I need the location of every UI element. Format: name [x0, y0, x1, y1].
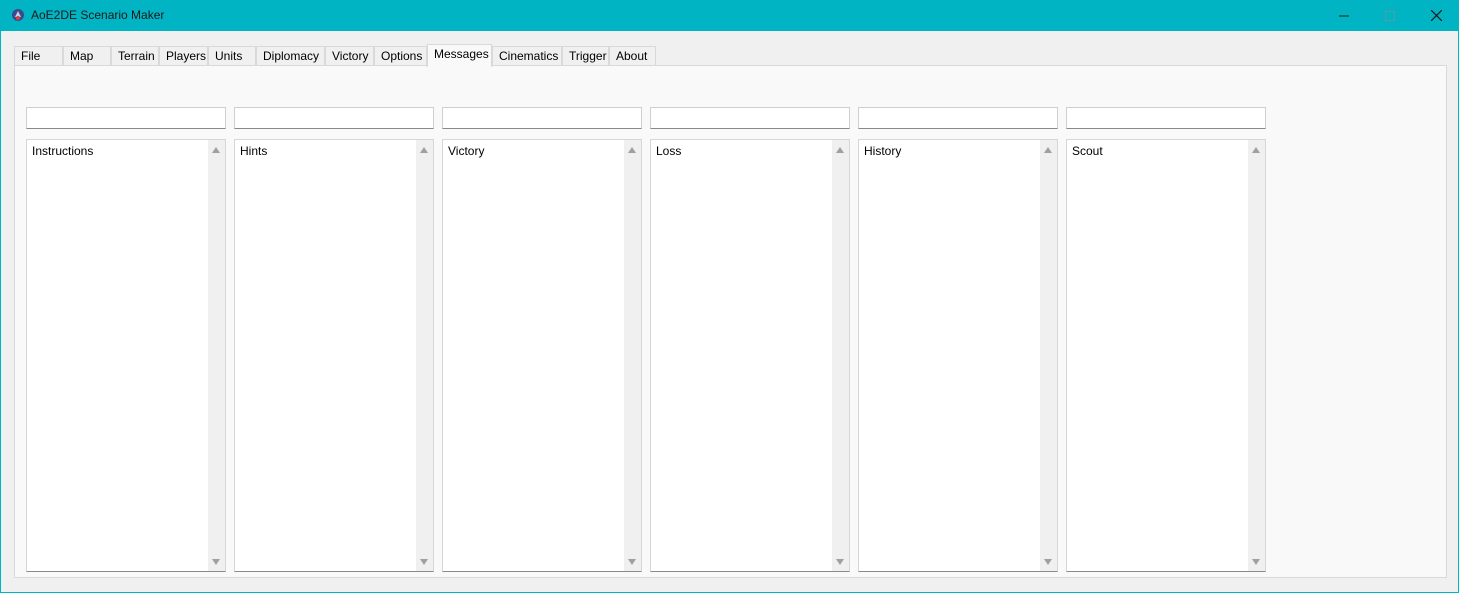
instructions-textarea[interactable]: Instructions [26, 139, 226, 572]
tab-about[interactable]: About [609, 46, 656, 66]
messages-panel: Instructions Hints Victory Loss History … [14, 65, 1447, 578]
victory-text: Victory [448, 144, 485, 158]
close-icon [1430, 10, 1442, 21]
history-scrollbar[interactable] [1040, 140, 1057, 571]
hints-textarea[interactable]: Hints [234, 139, 434, 572]
scroll-down-icon[interactable] [628, 559, 636, 565]
window-title: AoE2DE Scenario Maker [31, 8, 165, 22]
tab-map[interactable]: Map [63, 46, 111, 66]
hints-scrollbar[interactable] [416, 140, 433, 571]
tab-options[interactable]: Options [374, 46, 427, 66]
instructions-title-input[interactable] [26, 107, 226, 129]
tab-diplomacy[interactable]: Diplomacy [256, 46, 325, 66]
scout-scrollbar[interactable] [1248, 140, 1265, 571]
scout-text: Scout [1072, 144, 1103, 158]
scroll-down-icon[interactable] [212, 559, 220, 565]
maximize-button[interactable] [1367, 0, 1413, 31]
instructions-scrollbar[interactable] [208, 140, 225, 571]
scroll-up-icon[interactable] [420, 147, 428, 153]
maximize-icon [1385, 10, 1395, 21]
hints-text: Hints [240, 144, 268, 158]
history-textarea[interactable]: History [858, 139, 1058, 572]
tab-file[interactable]: File [14, 46, 63, 66]
client-area: File Map Terrain Players Units Diplomacy… [1, 31, 1458, 592]
tab-trigger[interactable]: Trigger [562, 46, 609, 66]
scroll-down-icon[interactable] [1252, 559, 1260, 565]
loss-scrollbar[interactable] [832, 140, 849, 571]
history-text: History [864, 144, 902, 158]
scout-textarea[interactable]: Scout [1066, 139, 1266, 572]
title-bar[interactable]: AoE2DE Scenario Maker [0, 0, 1459, 31]
scroll-down-icon[interactable] [1044, 559, 1052, 565]
scroll-up-icon[interactable] [212, 147, 220, 153]
victory-scrollbar[interactable] [624, 140, 641, 571]
scout-title-input[interactable] [1066, 107, 1266, 129]
loss-title-input[interactable] [650, 107, 850, 129]
app-icon [12, 9, 24, 21]
loss-text: Loss [656, 144, 682, 158]
app-window: AoE2DE Scenario Maker File Map Terrain P… [0, 0, 1459, 593]
tab-victory[interactable]: Victory [325, 46, 374, 66]
tab-strip: File Map Terrain Players Units Diplomacy… [14, 44, 714, 67]
scroll-up-icon[interactable] [1044, 147, 1052, 153]
tab-messages[interactable]: Messages [427, 44, 492, 67]
instructions-text: Instructions [32, 144, 94, 158]
loss-textarea[interactable]: Loss [650, 139, 850, 572]
minimize-button[interactable] [1321, 0, 1367, 31]
history-title-input[interactable] [858, 107, 1058, 129]
scroll-up-icon[interactable] [1252, 147, 1260, 153]
tab-terrain[interactable]: Terrain [111, 46, 159, 66]
victory-textarea[interactable]: Victory [442, 139, 642, 572]
scroll-down-icon[interactable] [420, 559, 428, 565]
scroll-up-icon[interactable] [836, 147, 844, 153]
victory-title-input[interactable] [442, 107, 642, 129]
scroll-up-icon[interactable] [628, 147, 636, 153]
tab-units[interactable]: Units [208, 46, 256, 66]
close-button[interactable] [1413, 0, 1459, 31]
tab-players[interactable]: Players [159, 46, 208, 66]
scroll-down-icon[interactable] [836, 559, 844, 565]
tab-cinematics[interactable]: Cinematics [492, 46, 562, 66]
hints-title-input[interactable] [234, 107, 434, 129]
minimize-icon [1339, 15, 1349, 16]
